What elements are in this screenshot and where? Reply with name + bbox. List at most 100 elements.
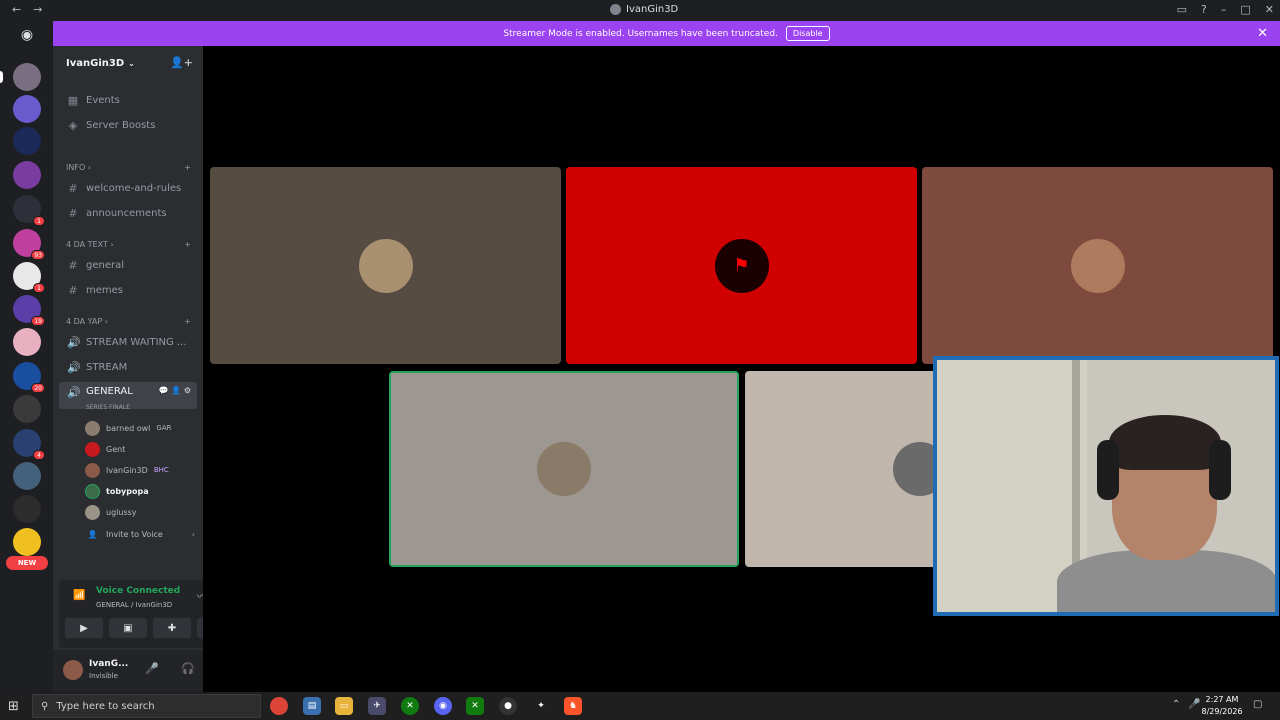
user-panel: IvanG... Invisible 🎤 🎧 ⚙ — [53, 650, 231, 692]
guild-icon[interactable] — [13, 127, 41, 155]
server-header[interactable]: IvanGin3D ⌄ 👤+ — [53, 46, 203, 80]
tray-chevron-icon[interactable]: ⌃ — [1172, 699, 1180, 710]
add-member-icon[interactable]: 👤+ — [170, 56, 193, 69]
add-channel-icon[interactable]: + — [184, 317, 191, 326]
channel-general[interactable]: # general — [59, 254, 197, 276]
voice-user[interactable]: IvanGin3D BHC — [85, 460, 195, 480]
dog-avatar — [537, 442, 591, 496]
bear-avatar — [358, 238, 413, 293]
calendar-icon: ▦ — [67, 93, 79, 107]
channel-sidebar: IvanGin3D ⌄ 👤+ ▦ Events ◈ Server Boosts … — [53, 46, 249, 692]
avatar — [85, 420, 100, 436]
channel-actions: 💬 👤 ⚙ — [159, 386, 191, 395]
guild-icon[interactable] — [13, 161, 41, 189]
screen-share-icon: ▣ — [123, 622, 133, 634]
participant-tile[interactable]: ⚑ — [566, 167, 917, 364]
discord-home-icon[interactable]: ◉ — [13, 23, 41, 47]
category-info[interactable]: INFO › + — [66, 163, 191, 172]
guild-icon[interactable]: 1 — [13, 195, 45, 226]
hash-icon: # — [68, 206, 78, 220]
signal-icon: 📶 — [73, 590, 86, 601]
windows-taskbar: ⊞ ⚲ Type here to search ▤ ▭ ✈ ✕ ◉ ✕ ● ✦ … — [0, 692, 1280, 720]
voice-stage: ⚑ — [203, 46, 1280, 692]
guild-icon[interactable] — [13, 395, 41, 423]
guild-icon[interactable]: 1 — [13, 262, 45, 293]
disable-button[interactable]: Disable — [785, 26, 830, 41]
settings-gear-icon[interactable]: ⚙ — [184, 386, 191, 395]
add-channel-icon[interactable]: + — [184, 240, 191, 249]
app-icon[interactable]: ✈ — [368, 697, 386, 715]
voice-user[interactable]: uglussy — [85, 502, 195, 522]
activities-button[interactable]: ✚ — [153, 618, 191, 638]
forward-arrow-icon[interactable]: → — [33, 3, 42, 16]
channel-announcements[interactable]: # announcements — [59, 202, 197, 224]
guild-icon[interactable] — [13, 462, 41, 490]
windows-start-icon[interactable]: ⊞ — [8, 699, 19, 714]
invite-icon[interactable]: 👤 — [171, 386, 181, 395]
brave-icon[interactable]: ♞ — [564, 697, 582, 715]
chrome-icon[interactable] — [270, 697, 288, 715]
calculator-icon[interactable]: ▤ — [303, 697, 321, 715]
guild-icon[interactable]: 4 — [13, 429, 45, 460]
events-item[interactable]: ▦ Events — [59, 89, 197, 111]
xbox-app-icon[interactable]: ✕ — [466, 697, 484, 715]
obs-icon[interactable]: ● — [499, 697, 517, 715]
back-arrow-icon[interactable]: ← — [12, 3, 21, 16]
minimize-icon[interactable]: – — [1221, 3, 1227, 16]
avatar[interactable] — [63, 660, 83, 680]
channel-welcome-and-rules[interactable]: # welcome-and-rules — [59, 177, 197, 199]
voice-user[interactable]: barned owl GAR — [85, 418, 195, 438]
guild-icon[interactable]: 93 — [13, 229, 45, 260]
discord-taskbar-icon[interactable]: ◉ — [434, 697, 452, 715]
participant-tile[interactable] — [210, 167, 561, 364]
file-explorer-icon[interactable]: ▭ — [335, 697, 353, 715]
chevron-down-icon: ⌄ — [128, 58, 135, 68]
notification-icon[interactable]: ▢ — [1253, 699, 1262, 710]
channel-memes[interactable]: # memes — [59, 279, 197, 301]
headphones-icon — [1097, 440, 1119, 500]
guild-icon[interactable] — [13, 328, 41, 356]
chat-icon[interactable]: 💬 — [159, 386, 169, 395]
invite-to-voice[interactable]: 👤 Invite to Voice › — [85, 524, 195, 544]
participant-tile-speaking[interactable] — [389, 371, 739, 567]
clock[interactable]: 2:27 AM 8/29/2026 — [1198, 694, 1246, 718]
screen-share-button[interactable]: ▣ — [109, 618, 147, 638]
microphone-icon[interactable]: 🎤 — [145, 662, 159, 675]
inbox-icon[interactable]: ▭ — [1177, 3, 1187, 16]
camera-off-icon: ▶ — [80, 622, 88, 634]
title-bar: ← → IvanGin3D ▭ ? – □ ✕ — [0, 0, 1280, 21]
close-window-icon[interactable]: ✕ — [1265, 3, 1274, 16]
voice-user[interactable]: tobypopa — [85, 481, 195, 501]
help-icon[interactable]: ? — [1201, 3, 1207, 16]
headphones-icon[interactable]: 🎧 — [181, 662, 195, 675]
guild-icon[interactable]: 20 — [13, 362, 45, 393]
streamer-mode-banner: Streamer Mode is enabled. Usernames have… — [53, 21, 1280, 46]
voice-channel-stream-waiting[interactable]: 🔊 STREAM WAITING ... — [59, 331, 197, 353]
devil-avatar: ⚑ — [714, 238, 769, 293]
guild-icon[interactable] — [13, 95, 41, 123]
add-channel-icon[interactable]: + — [184, 163, 191, 172]
guild-icon[interactable] — [13, 63, 41, 91]
speaker-icon: 🔊 — [67, 360, 81, 374]
server-boosts-item[interactable]: ◈ Server Boosts — [59, 114, 197, 136]
guild-icon[interactable]: 19 — [13, 295, 45, 326]
chevron-right-icon: › — [191, 529, 195, 539]
server-icon — [610, 4, 621, 15]
category-4-da-text[interactable]: 4 DA TEXT › + — [66, 240, 191, 249]
maximize-icon[interactable]: □ — [1240, 3, 1250, 16]
xbox-icon[interactable]: ✕ — [401, 697, 419, 715]
taskbar-search[interactable]: ⚲ Type here to search — [32, 694, 261, 718]
camera-button[interactable]: ▶ — [65, 618, 103, 638]
participant-tile[interactable] — [922, 167, 1273, 364]
app-icon[interactable]: ✦ — [532, 697, 550, 715]
hash-icon: # — [68, 258, 78, 272]
voice-channel-stream[interactable]: 🔊 STREAM — [59, 356, 197, 378]
avatar — [85, 504, 100, 520]
server-list: ◉ 1 93 1 19 20 4 NEW — [0, 21, 53, 692]
close-icon[interactable]: ✕ — [1257, 26, 1268, 41]
hash-icon: # — [68, 283, 78, 297]
guild-icon[interactable] — [13, 495, 41, 523]
guild-icon[interactable] — [13, 528, 41, 556]
category-4-da-yap[interactable]: 4 DA YAP › + — [66, 317, 191, 326]
voice-user[interactable]: Gent — [85, 439, 195, 459]
